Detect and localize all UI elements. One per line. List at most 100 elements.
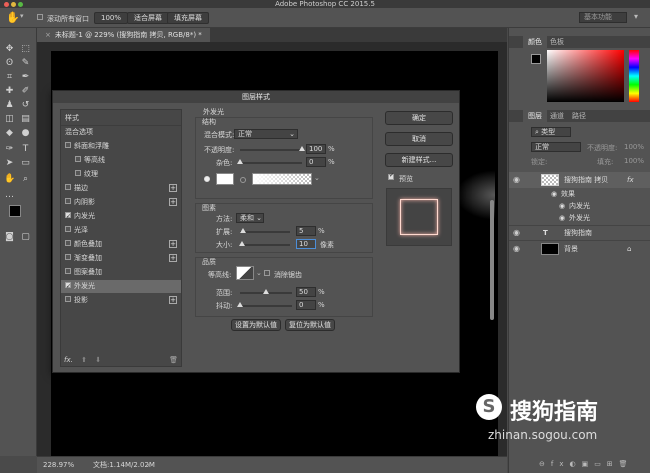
- pen-tool-icon[interactable]: ✑: [4, 144, 15, 155]
- style-item-checkbox[interactable]: [65, 254, 71, 260]
- add-icon[interactable]: +: [169, 296, 177, 304]
- foreground-color-swatch[interactable]: [9, 205, 21, 217]
- preview-checkbox[interactable]: [388, 172, 397, 182]
- layer-opacity-value[interactable]: 100%: [624, 143, 644, 151]
- blur-tool-icon[interactable]: ◆: [4, 128, 15, 139]
- add-icon[interactable]: +: [169, 240, 177, 248]
- maximize-icon[interactable]: [18, 2, 23, 7]
- jitter-input[interactable]: 0: [296, 300, 316, 310]
- style-item-checkbox[interactable]: [75, 170, 81, 176]
- noise-slider-knob[interactable]: [237, 159, 243, 164]
- style-item[interactable]: 内阴影 +: [61, 196, 181, 209]
- layer-row-text[interactable]: ◉ T 搜狗指南: [509, 225, 650, 239]
- style-item-checkbox[interactable]: [65, 184, 71, 190]
- fill-value[interactable]: 100%: [624, 157, 644, 165]
- tab-swatches[interactable]: 色板: [545, 36, 569, 48]
- hue-slider[interactable]: [629, 50, 639, 102]
- history-brush-icon[interactable]: ↺: [20, 100, 31, 111]
- eye-icon[interactable]: ◉: [559, 212, 565, 224]
- close-icon[interactable]: ×: [45, 31, 51, 39]
- new-style-button[interactable]: 新建样式...: [385, 153, 453, 167]
- opacity-slider[interactable]: [240, 146, 305, 151]
- eye-icon[interactable]: ◉: [513, 172, 520, 188]
- quick-select-icon[interactable]: ✎: [20, 58, 31, 69]
- zoom-level[interactable]: 228.97%: [43, 457, 74, 473]
- cancel-button[interactable]: 取消: [385, 132, 453, 146]
- trash-icon[interactable]: 🗑: [169, 356, 178, 364]
- style-item-checkbox[interactable]: [65, 240, 71, 246]
- eraser-tool-icon[interactable]: ◫: [4, 114, 15, 125]
- brush-tool-icon[interactable]: ✐: [20, 86, 31, 97]
- style-item-checkbox[interactable]: [65, 268, 71, 274]
- screen-mode-icon[interactable]: ▢: [20, 232, 31, 243]
- style-item-checkbox[interactable]: [65, 280, 71, 293]
- eye-icon[interactable]: ◉: [513, 226, 520, 240]
- style-item-checkbox[interactable]: [75, 156, 81, 162]
- style-item-checkbox[interactable]: [65, 198, 71, 204]
- noise-input[interactable]: 0: [306, 157, 326, 167]
- glow-color-swatch[interactable]: [216, 173, 234, 185]
- stamp-tool-icon[interactable]: ♟: [4, 100, 15, 111]
- fit-screen-button[interactable]: 适合屏幕: [127, 12, 169, 24]
- reset-default-button[interactable]: 复位为默认值: [285, 319, 335, 331]
- opacity-slider-knob[interactable]: [299, 146, 305, 151]
- chevron-right-icon[interactable]: ›: [147, 457, 150, 473]
- noise-slider[interactable]: [237, 159, 302, 164]
- close-icon[interactable]: [4, 2, 9, 7]
- dodge-tool-icon[interactable]: ●: [20, 128, 31, 139]
- layer-row-background[interactable]: ◉ 背景 ⌂: [509, 240, 650, 256]
- hand-tool-icon[interactable]: ✋: [6, 11, 20, 24]
- fg-color-chip[interactable]: [531, 54, 541, 64]
- layer-effects-row[interactable]: ◉ 效果: [509, 188, 650, 200]
- chevron-down-icon[interactable]: ⌄: [256, 269, 262, 277]
- move-tool-icon[interactable]: ✥: [4, 44, 15, 55]
- style-item[interactable]: 外发光: [61, 280, 181, 293]
- range-input[interactable]: 50: [296, 287, 316, 297]
- hand-tool-icon[interactable]: ✋: [4, 174, 15, 185]
- kind-filter-select[interactable]: ⌕ 类型: [531, 127, 571, 137]
- more-tools-icon[interactable]: …: [4, 190, 15, 201]
- arrow-up-icon[interactable]: ⬆: [81, 356, 87, 364]
- eye-icon[interactable]: ◉: [551, 188, 557, 200]
- spread-slider[interactable]: [239, 228, 290, 233]
- layer-actions[interactable]: ⊖fx◐▣▭⊞🗑: [539, 460, 649, 470]
- opacity-input[interactable]: 100: [306, 144, 326, 154]
- layer-effect-outer-glow[interactable]: ◉ 外发光: [509, 212, 650, 224]
- blend-mode-select[interactable]: 正常 ⌄: [234, 129, 298, 139]
- styles-header[interactable]: 样式: [61, 112, 181, 125]
- layer-effect-inner-glow[interactable]: ◉ 内发光: [509, 200, 650, 212]
- jitter-slider[interactable]: [237, 302, 292, 307]
- tab-layers[interactable]: 图层: [523, 110, 547, 122]
- spread-input[interactable]: 5: [296, 226, 316, 236]
- range-slider[interactable]: [240, 289, 292, 294]
- size-input[interactable]: 10: [296, 239, 316, 249]
- size-slider-knob[interactable]: [239, 241, 245, 246]
- document-tab[interactable]: × 未标题-1 @ 229% (搜狗指南 拷贝, RGB/8*) *: [37, 28, 210, 42]
- blend-mode-select[interactable]: 正常: [531, 142, 581, 152]
- eye-icon[interactable]: ◉: [513, 241, 520, 257]
- style-item[interactable]: 内发光: [61, 210, 181, 223]
- scroll-all-checkbox[interactable]: [37, 14, 46, 22]
- style-item-checkbox[interactable]: [65, 226, 71, 232]
- style-item[interactable]: 光泽: [61, 224, 181, 237]
- zoom-tool-icon[interactable]: ⌕: [20, 174, 31, 185]
- style-item-checkbox[interactable]: [65, 210, 71, 223]
- style-item[interactable]: 图案叠加: [61, 266, 181, 279]
- add-icon[interactable]: +: [169, 198, 177, 206]
- antialias-checkbox[interactable]: [264, 270, 273, 278]
- path-select-icon[interactable]: ➤: [4, 158, 15, 169]
- style-item[interactable]: 斜面和浮雕: [61, 140, 181, 153]
- tab-channels[interactable]: 通道: [545, 110, 569, 122]
- minimize-icon[interactable]: [11, 2, 16, 7]
- workspace-select[interactable]: 基本功能: [579, 12, 627, 23]
- fx-icon[interactable]: fx.: [64, 356, 73, 364]
- type-tool-icon[interactable]: T: [20, 144, 31, 155]
- style-item[interactable]: 等高线: [61, 154, 181, 167]
- zoom-100-button[interactable]: 100%: [94, 12, 129, 24]
- style-item[interactable]: 渐变叠加 +: [61, 252, 181, 265]
- jitter-slider-knob[interactable]: [237, 302, 243, 307]
- tab-color[interactable]: 颜色: [523, 36, 547, 48]
- dropdown-arrow-icon[interactable]: ▾: [20, 12, 24, 20]
- marquee-tool-icon[interactable]: ⬚: [20, 44, 31, 55]
- shape-tool-icon[interactable]: ▭: [20, 158, 31, 169]
